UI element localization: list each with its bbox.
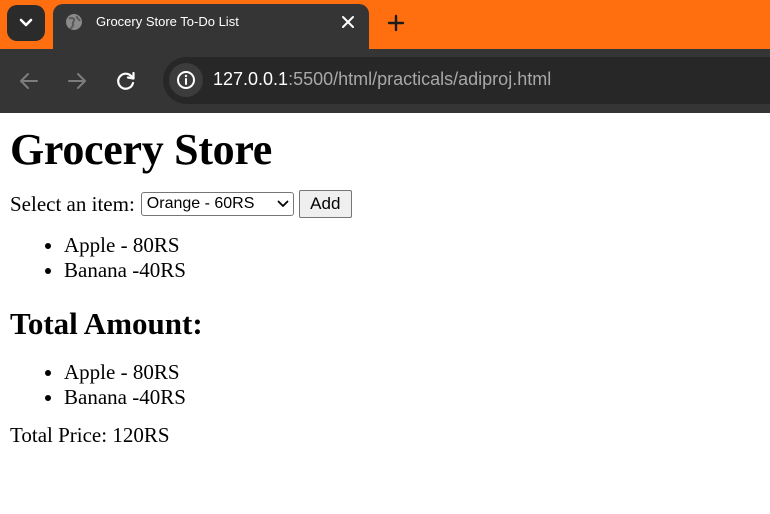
page-title: Grocery Store — [10, 125, 273, 174]
address-bar[interactable]: 127.0.0.1:5500/html/practicals/adiproj.h… — [163, 57, 770, 104]
forward-arrow-icon[interactable] — [66, 70, 88, 92]
url-text: 127.0.0.1:5500/html/practicals/adiproj.h… — [213, 69, 551, 90]
tab-title: Grocery Store To-Do List — [96, 14, 239, 29]
info-icon — [177, 71, 195, 89]
back-arrow-icon[interactable] — [18, 70, 40, 92]
chevron-down-icon — [277, 200, 289, 207]
plus-icon[interactable] — [386, 13, 406, 33]
reload-icon[interactable] — [115, 70, 137, 92]
selected-items-list: Apple - 80RS Banana -40RS — [10, 233, 760, 283]
tab-search-button[interactable] — [7, 5, 45, 41]
browser-tab-bar: Grocery Store To-Do List — [0, 0, 770, 49]
active-tab[interactable]: Grocery Store To-Do List — [53, 4, 369, 49]
close-icon[interactable] — [341, 15, 355, 29]
total-price: Total Price: 120RS — [10, 423, 170, 447]
url-path: :5500/html/practicals/adiproj.html — [288, 69, 552, 89]
total-heading: Total Amount: — [10, 306, 203, 341]
list-item: Apple - 80RS — [64, 233, 760, 258]
list-item: Banana -40RS — [64, 385, 760, 410]
site-info-button[interactable] — [169, 63, 203, 97]
page-content: Grocery Store Select an item: Orange - 6… — [0, 125, 770, 448]
select-label: Select an item: — [10, 191, 135, 216]
selected-item: Orange - 60RS — [146, 195, 255, 212]
item-select-row: Select an item: Orange - 60RS Add — [10, 189, 760, 219]
globe-icon — [66, 14, 82, 30]
list-item: Banana -40RS — [64, 258, 760, 283]
chevron-down-icon — [19, 18, 33, 27]
list-item: Apple - 80RS — [64, 360, 760, 385]
url-host: 127.0.0.1 — [213, 69, 289, 89]
item-select[interactable]: Orange - 60RS — [140, 192, 294, 216]
browser-toolbar: 127.0.0.1:5500/html/practicals/adiproj.h… — [0, 49, 770, 113]
total-items-list: Apple - 80RS Banana -40RS — [10, 360, 760, 410]
add-button[interactable]: Add — [298, 190, 352, 218]
